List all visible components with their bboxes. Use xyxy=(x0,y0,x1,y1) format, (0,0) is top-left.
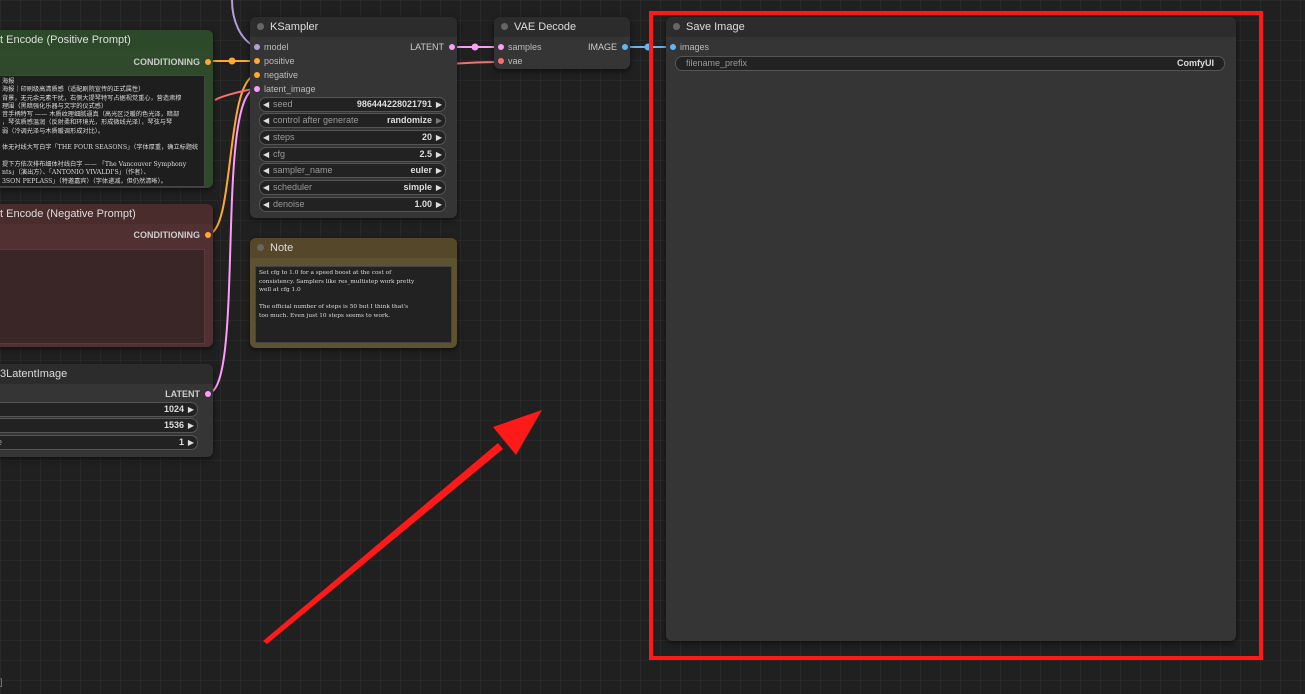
left-arrow-icon[interactable]: ◀ xyxy=(263,114,269,127)
input-samples[interactable]: samples xyxy=(494,41,542,53)
prompt-textarea[interactable] xyxy=(0,249,205,344)
pin-dot[interactable] xyxy=(205,232,211,238)
node-title: t Encode (Positive Prompt) xyxy=(0,34,131,46)
node-title-bar[interactable]: Note xyxy=(250,238,457,258)
reroute-dot xyxy=(644,43,652,51)
right-arrow-icon[interactable]: ▶ xyxy=(188,436,194,449)
batch-size-widget[interactable]: e 1 ▶ xyxy=(0,435,198,450)
input-negative[interactable]: negative xyxy=(250,69,298,81)
output-latent[interactable]: LATENT xyxy=(165,388,213,400)
collapse-dot-icon[interactable] xyxy=(673,23,680,30)
width-widget[interactable]: 1024 ▶ xyxy=(0,402,198,417)
right-arrow-icon[interactable]: ▶ xyxy=(436,114,442,127)
node-title: Note xyxy=(270,242,294,254)
pin-dot[interactable] xyxy=(254,86,260,92)
left-arrow-icon[interactable]: ◀ xyxy=(263,181,269,194)
prompt-textarea[interactable]: 海报 海报｜印刷级高清质感（适配剧院宣传的正式属性） 背景，无元余元素干扰，右侧… xyxy=(0,75,205,187)
node-title-bar[interactable]: KSampler xyxy=(250,17,457,37)
negative-prompt-node[interactable]: t Encode (Negative Prompt) CONDITIONING xyxy=(0,204,213,347)
input-positive[interactable]: positive xyxy=(250,55,295,67)
node-title: 3LatentImage xyxy=(0,368,68,380)
node-title-bar[interactable]: t Encode (Positive Prompt) xyxy=(0,30,213,50)
node-title: Save Image xyxy=(686,21,745,33)
output-conditioning[interactable]: CONDITIONING xyxy=(134,56,214,68)
left-arrow-icon[interactable]: ◀ xyxy=(263,198,269,211)
scheduler-widget[interactable]: ◀ scheduler simple ▶ xyxy=(259,180,446,195)
note-node[interactable]: Note Set cfg to 1.0 for a speed boost at… xyxy=(250,238,457,348)
input-images[interactable]: images xyxy=(666,41,709,53)
filename-prefix-widget[interactable]: filename_prefix ComfyUI xyxy=(675,56,1225,71)
positive-prompt-node[interactable]: t Encode (Positive Prompt) CONDITIONING … xyxy=(0,30,213,188)
wire-negative xyxy=(207,74,257,235)
pin-dot[interactable] xyxy=(254,72,260,78)
height-widget[interactable]: 1536 ▶ xyxy=(0,418,198,433)
output-conditioning[interactable]: CONDITIONING xyxy=(134,229,214,241)
right-arrow-icon[interactable]: ▶ xyxy=(436,181,442,194)
arrow-shaft xyxy=(263,443,503,644)
vae-decode-node[interactable]: VAE Decode samples vae IMAGE xyxy=(494,17,630,69)
collapse-dot-icon[interactable] xyxy=(257,244,264,251)
steps-widget[interactable]: ◀ steps 20 ▶ xyxy=(259,130,446,145)
arrow-head xyxy=(493,410,542,455)
pin-dot[interactable] xyxy=(205,391,211,397)
reroute-dot xyxy=(228,57,236,65)
node-title-bar[interactable]: VAE Decode xyxy=(494,17,630,37)
node-title: KSampler xyxy=(270,21,319,33)
left-arrow-icon[interactable]: ◀ xyxy=(263,131,269,144)
node-title-bar[interactable]: t Encode (Negative Prompt) xyxy=(0,204,213,224)
input-model[interactable]: model xyxy=(250,41,289,53)
control-after-generate-widget[interactable]: ◀ control after generate randomize ▶ xyxy=(259,113,446,128)
right-arrow-icon[interactable]: ▶ xyxy=(436,198,442,211)
right-arrow-icon[interactable]: ▶ xyxy=(436,98,442,111)
pin-dot[interactable] xyxy=(449,44,455,50)
wire-latent-image xyxy=(207,88,257,394)
right-arrow-icon[interactable]: ▶ xyxy=(436,164,442,177)
right-arrow-icon[interactable]: ▶ xyxy=(436,131,442,144)
left-arrow-icon[interactable]: ◀ xyxy=(263,148,269,161)
pin-dot[interactable] xyxy=(670,44,676,50)
right-arrow-icon[interactable]: ▶ xyxy=(188,403,194,416)
latent-image-node[interactable]: 3LatentImage LATENT 1024 ▶ 1536 ▶ e 1 ▶ xyxy=(0,364,213,457)
pin-dot[interactable] xyxy=(254,58,260,64)
node-title-bar[interactable]: Save Image xyxy=(666,17,1236,37)
denoise-widget[interactable]: ◀ denoise 1.00 ▶ xyxy=(259,197,446,212)
input-vae[interactable]: vae xyxy=(494,55,523,67)
right-arrow-icon[interactable]: ▶ xyxy=(188,419,194,432)
pin-dot[interactable] xyxy=(205,59,211,65)
output-latent[interactable]: LATENT xyxy=(410,41,457,53)
right-arrow-icon[interactable]: ▶ xyxy=(436,148,442,161)
node-title-bar[interactable]: 3LatentImage xyxy=(0,364,213,384)
pin-dot[interactable] xyxy=(254,44,260,50)
seed-widget[interactable]: ◀ seed 986444228021791 ▶ xyxy=(259,97,446,112)
collapse-dot-icon[interactable] xyxy=(501,23,508,30)
cfg-widget[interactable]: ◀ cfg 2.5 ▶ xyxy=(259,147,446,162)
reroute-dot xyxy=(471,43,479,51)
left-arrow-icon[interactable]: ◀ xyxy=(263,98,269,111)
ksampler-node[interactable]: KSampler model positive negative latent_… xyxy=(250,17,457,218)
pin-dot[interactable] xyxy=(498,58,504,64)
collapse-dot-icon[interactable] xyxy=(257,23,264,30)
note-textarea[interactable]: Set cfg to 1.0 for a speed boost at the … xyxy=(255,266,452,343)
pin-dot[interactable] xyxy=(622,44,628,50)
pin-dot[interactable] xyxy=(498,44,504,50)
node-title: VAE Decode xyxy=(514,21,577,33)
save-image-node[interactable]: Save Image images filename_prefix ComfyU… xyxy=(666,17,1236,641)
input-latent-image[interactable]: latent_image xyxy=(250,83,316,95)
sampler-name-widget[interactable]: ◀ sampler_name euler ▶ xyxy=(259,163,446,178)
output-image[interactable]: IMAGE xyxy=(588,41,630,53)
corner-bracket: ] xyxy=(0,677,3,687)
left-arrow-icon[interactable]: ◀ xyxy=(263,164,269,177)
node-title: t Encode (Negative Prompt) xyxy=(0,208,136,220)
